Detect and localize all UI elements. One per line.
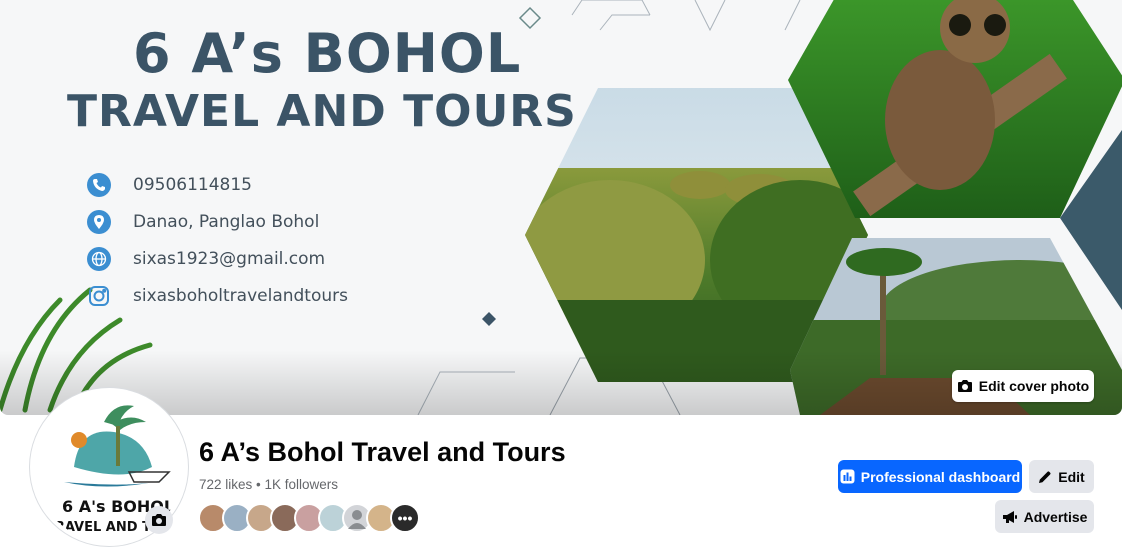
phone-icon [87,173,111,197]
camera-icon [152,514,166,526]
dashboard-chart-icon [840,469,855,484]
advertise-label: Advertise [1023,508,1088,525]
globe-icon [87,247,111,271]
edit-page-button[interactable]: Edit [1029,460,1094,493]
edit-cover-photo-label: Edit cover photo [978,378,1090,394]
contact-address-text: Danao, Panglao Bohol [133,212,320,232]
megaphone-icon [1002,510,1017,523]
pencil-icon [1039,470,1051,483]
cover-title-line1: 6 A’s BOHOL [133,22,522,85]
contact-instagram: sixasboholtravelandtours [87,283,348,309]
camera-icon [957,380,972,392]
contact-address: Danao, Panglao Bohol [87,209,319,235]
contact-email-text: sixas1923@gmail.com [133,249,326,269]
professional-dashboard-button[interactable]: Professional dashboard [838,460,1022,493]
instagram-icon [87,284,111,308]
cover-title-line2: TRAVEL AND TOURS [67,86,577,137]
cover-photo: 6 A’s BOHOL TRAVEL AND TOURS 09506114815… [0,0,1122,415]
contact-instagram-text: sixasboholtravelandtours [133,286,348,306]
professional-dashboard-label: Professional dashboard [860,468,1021,485]
location-pin-icon [87,210,111,234]
page-title: 6 A’s Bohol Travel and Tours [199,437,566,467]
contact-phone: 09506114815 [87,172,252,198]
update-profile-picture-button[interactable] [145,506,173,534]
edit-cover-photo-button[interactable]: Edit cover photo [952,370,1094,402]
page-stats[interactable]: 722 likes • 1K followers [199,477,338,492]
contact-email: sixas1923@gmail.com [87,246,325,272]
edit-label: Edit [1058,468,1085,485]
advertise-button[interactable]: Advertise [995,500,1094,533]
contact-phone-text: 09506114815 [133,175,252,195]
more-followers-icon[interactable]: ••• [390,503,420,533]
follower-avatars: ••• [198,503,420,533]
